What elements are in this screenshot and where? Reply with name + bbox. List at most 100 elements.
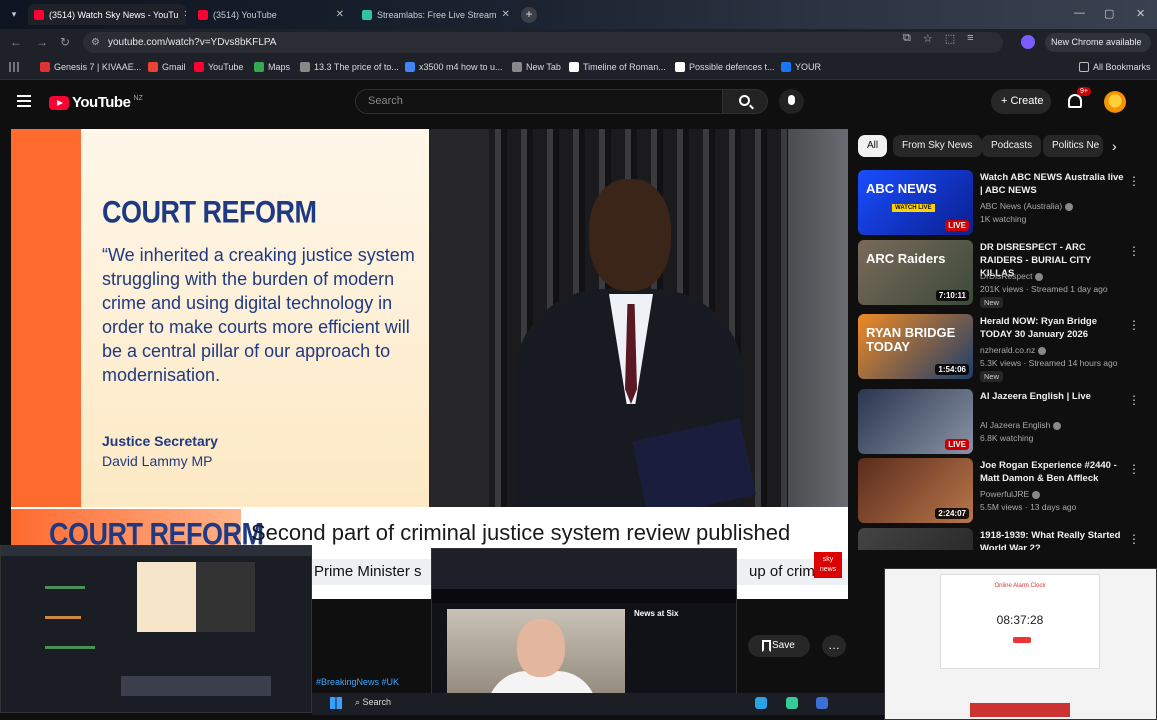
forward-icon[interactable]: → — [36, 35, 48, 49]
more-vert-icon[interactable]: ⋮ — [1128, 174, 1140, 188]
recommended-video[interactable]: ABC NEWS WATCH LIVE LIVE Watch ABC NEWS Aus… — [858, 170, 1148, 238]
presenter-face — [517, 619, 565, 677]
recommended-video[interactable]: 2:24:07 Joe Rogan Experience #2440 - Matt… — [858, 458, 1148, 526]
video-title[interactable]: 1918-1939: What Really Started World War… — [980, 529, 1125, 550]
log-line — [45, 586, 85, 589]
more-vert-icon[interactable]: ⋮ — [1128, 318, 1140, 332]
back-icon[interactable]: ← — [10, 35, 22, 49]
video-title[interactable]: Watch ABC NEWS Australia live | ABC NEWS — [980, 171, 1125, 197]
channel-name[interactable]: ABC News (Australia) — [980, 201, 1074, 211]
minimize-icon[interactable]: — — [1074, 7, 1085, 19]
chip-politics-news[interactable]: Politics Ne — [1043, 135, 1103, 157]
save-button[interactable]: Save — [748, 635, 810, 657]
url-field[interactable]: ⚙ youtube.com/watch?v=YDvs8bKFLPA — [83, 32, 1003, 53]
video-thumbnail[interactable]: RYAN BRIDGE TODAY 1:54:06 — [858, 314, 973, 379]
menu-icon[interactable] — [17, 95, 31, 107]
youtube-logo[interactable]: YouTube NZ — [49, 94, 143, 111]
window-close-icon[interactable]: ✕ — [1136, 7, 1145, 20]
channel-name[interactable]: nzherald.co.nz — [980, 345, 1047, 355]
tab-watch-sky-news[interactable]: (3514) Watch Sky News - YouTu ✕ — [28, 4, 186, 25]
recommended-video[interactable]: ARC Raiders 7:10:11 DR DISRESPECT - ARC RA… — [858, 240, 1148, 308]
video-thumbnail[interactable]: LIVE — [858, 389, 973, 454]
windows-start-icon[interactable] — [330, 697, 342, 709]
video-thumbnail[interactable]: ABC NEWS WATCH LIVE LIVE — [858, 170, 973, 235]
bookmark-item[interactable]: 13.3 The price of to... — [300, 62, 399, 72]
bookmark-item[interactable]: Gmail — [148, 62, 186, 72]
taskbar-search-label: Search — [362, 697, 392, 707]
voice-search-button[interactable] — [779, 89, 804, 114]
bookmark-star-icon[interactable]: ☆ — [923, 32, 933, 45]
more-vert-icon[interactable]: ⋮ — [1128, 462, 1140, 476]
bookmark-label: Genesis 7 | KIVAAE... — [54, 62, 142, 72]
notification-badge: 9+ — [1077, 87, 1091, 96]
recommended-video[interactable]: 1918-1939: What Really Started World War… — [858, 528, 1148, 550]
bookmark-item[interactable]: New Tab — [512, 62, 561, 72]
bookmark-item[interactable]: YouTube — [194, 62, 243, 72]
video-player[interactable]: COURT REFORM “We inherited a creaking ju… — [11, 129, 848, 599]
bookmark-item[interactable]: Maps — [254, 62, 290, 72]
video-thumbnail[interactable]: ARC Raiders 7:10:11 — [858, 240, 973, 305]
bookmark-item[interactable]: Timeline of Roman... — [569, 62, 666, 72]
channel-name-text: DrDisRespect — [980, 271, 1033, 281]
close-icon[interactable]: ✕ — [183, 9, 186, 20]
chip-podcasts[interactable]: Podcasts — [982, 135, 1042, 157]
bookmark-item[interactable]: x3500 m4 how to u... — [405, 62, 503, 72]
apps-grid-icon[interactable] — [9, 62, 19, 72]
media-icon[interactable]: ≡ — [967, 32, 973, 45]
tab-streamlabs[interactable]: Streamlabs: Free Live Stream ✕ — [356, 4, 514, 25]
more-vert-icon[interactable]: ⋮ — [1128, 244, 1140, 258]
video-title[interactable]: Al Jazeera English | Live — [980, 390, 1125, 403]
more-actions-button[interactable]: … — [822, 635, 846, 657]
app-icon[interactable] — [816, 697, 828, 709]
new-badge: New — [980, 371, 1004, 382]
omnibox-actions: ⧉ ☆ ⬚ ≡ — [903, 32, 974, 45]
bookmark-item[interactable]: Genesis 7 | KIVAAE... — [40, 62, 141, 72]
all-bookmarks[interactable]: All Bookmarks — [1079, 62, 1151, 72]
recommended-video[interactable]: LIVE Al Jazeera English | Live Al Jazeera … — [858, 389, 1148, 457]
channel-name[interactable]: PowerfulJRE — [980, 489, 1041, 499]
close-icon[interactable]: ✕ — [336, 9, 344, 20]
tab-youtube[interactable]: (3514) YouTube ✕ — [192, 4, 350, 25]
log-line — [45, 616, 81, 619]
more-vert-icon[interactable]: ⋮ — [1128, 532, 1140, 546]
chrome-icon[interactable] — [786, 697, 798, 709]
video-title[interactable]: Joe Rogan Experience #2440 - Matt Damon … — [980, 459, 1125, 485]
streamlabs-icon — [362, 9, 372, 20]
chip-from-sky-news[interactable]: From Sky News — [893, 135, 982, 157]
search-input[interactable]: Search — [355, 89, 723, 114]
video-hashtags[interactable]: #BreakingNews #UK — [316, 677, 399, 687]
extensions-icon[interactable]: ⬚ — [945, 32, 955, 45]
channel-name[interactable]: DrDisRespect — [980, 271, 1044, 281]
notifications-icon[interactable] — [1068, 94, 1082, 108]
search-button[interactable] — [723, 89, 768, 114]
tab-search-icon[interactable]: ▾ — [6, 6, 22, 22]
bookmark-item[interactable]: YOUR — [781, 62, 821, 72]
video-title[interactable]: Herald NOW: Ryan Bridge TODAY 30 January… — [980, 315, 1125, 341]
install-icon[interactable]: ⧉ — [903, 32, 911, 45]
profile-avatar[interactable] — [1021, 35, 1035, 49]
new-tab-button[interactable]: + — [521, 7, 537, 23]
video-thumbnail[interactable] — [858, 528, 973, 550]
preview-screen — [137, 562, 255, 632]
new-chrome-button[interactable]: New Chrome available — [1045, 33, 1151, 52]
video-thumbnail[interactable]: 2:24:07 — [858, 458, 973, 523]
close-icon[interactable]: ✕ — [502, 9, 510, 20]
card-name: David Lammy MP — [102, 453, 213, 469]
taskbar-search[interactable]: ⌕ Search — [355, 697, 391, 708]
recommended-video[interactable]: RYAN BRIDGE TODAY 1:54:06 Herald NOW: Ryan… — [858, 314, 1148, 382]
account-avatar[interactable] — [1104, 91, 1126, 113]
chip-all[interactable]: All — [858, 135, 888, 157]
set-alarm-button[interactable] — [1013, 637, 1031, 643]
create-button[interactable]: + Create — [991, 89, 1051, 114]
maximize-icon[interactable]: ▢ — [1104, 7, 1114, 20]
site-info-icon[interactable]: ⚙ — [91, 37, 100, 48]
bookmark-favicon-icon — [254, 62, 264, 72]
channel-name[interactable]: Al Jazeera English — [980, 420, 1062, 430]
channel-name-text: nzherald.co.nz — [980, 345, 1036, 355]
bookmark-item[interactable]: Possible defences t... — [675, 62, 775, 72]
chevron-right-icon[interactable]: › — [1112, 138, 1117, 154]
reload-icon[interactable]: ↻ — [60, 35, 70, 49]
telegram-icon[interactable] — [755, 697, 767, 709]
more-vert-icon[interactable]: ⋮ — [1128, 393, 1140, 407]
window-titlebar — [432, 549, 736, 589]
